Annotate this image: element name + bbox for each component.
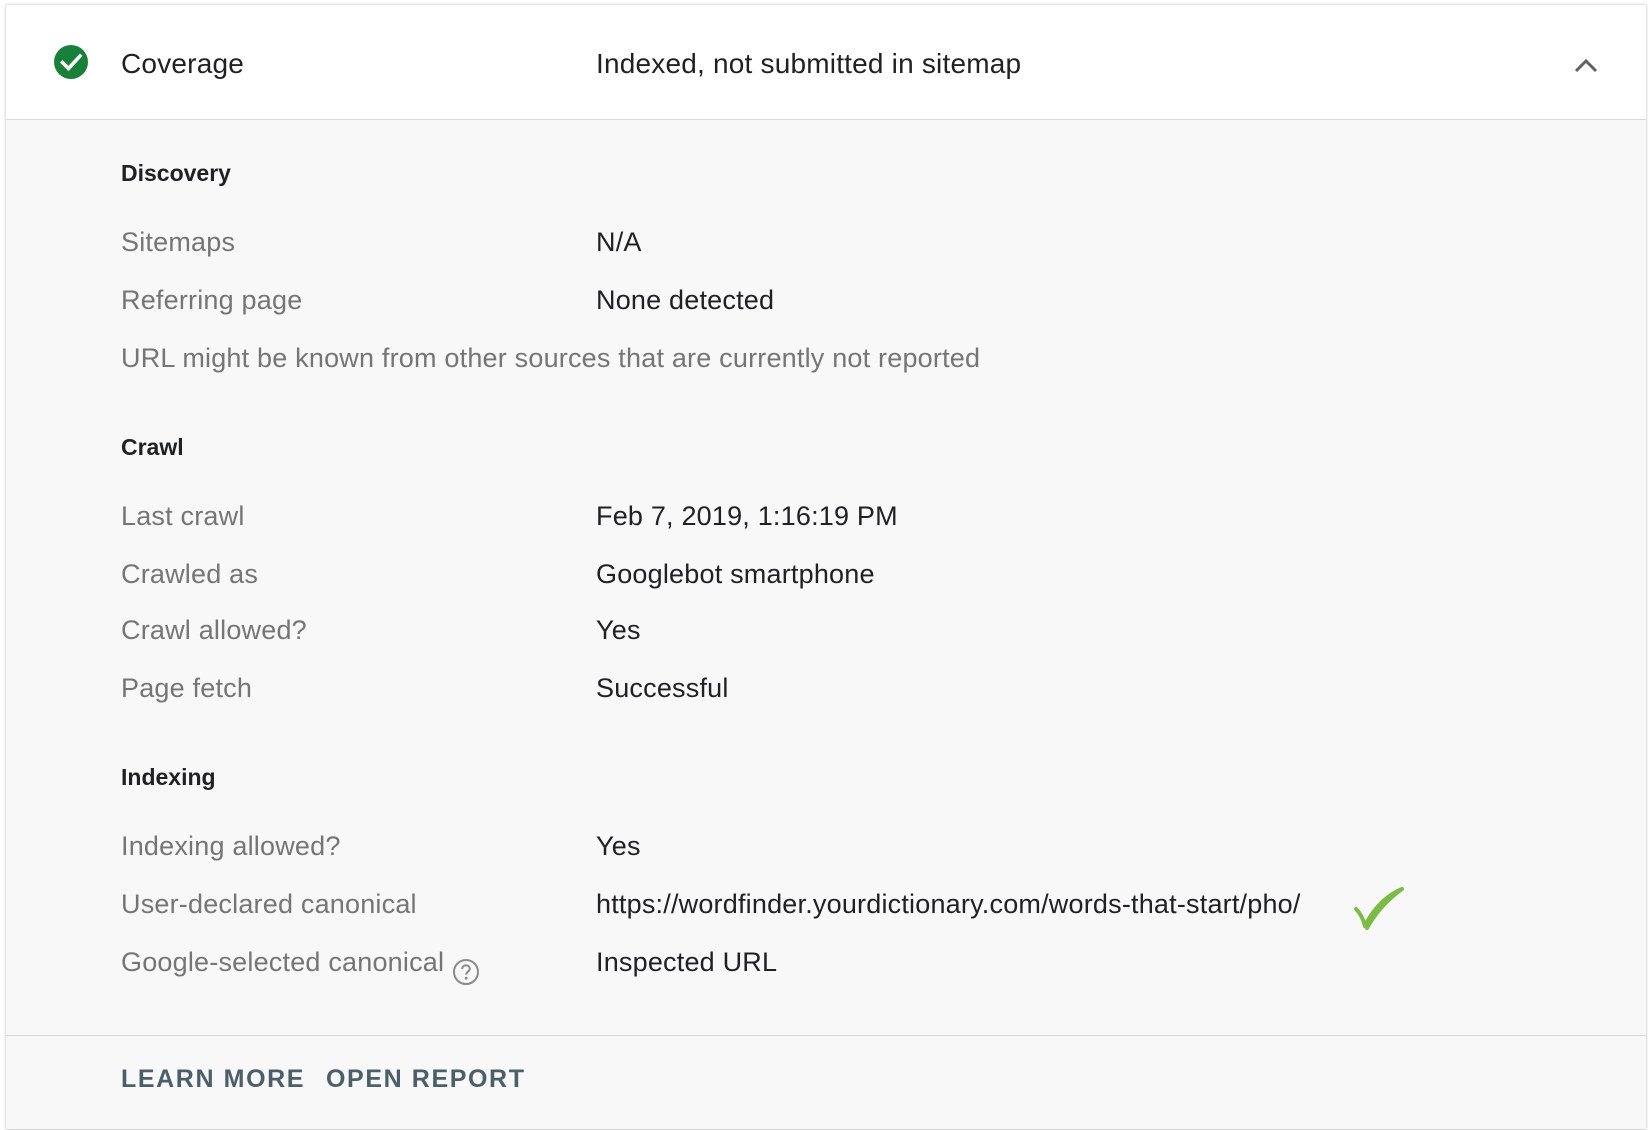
coverage-header[interactable]: Coverage Indexed, not submitted in sitem… (6, 5, 1646, 120)
coverage-label: Coverage (121, 48, 245, 79)
row-value-page-fetch: Successful (596, 673, 729, 703)
open-report-button[interactable]: OPEN REPORT (326, 1065, 526, 1094)
row-label-crawled-as: Crawled as (121, 559, 259, 589)
row-value-google-selected-canonical: Inspected URL (596, 947, 778, 977)
row-label-last-crawl: Last crawl (121, 501, 245, 531)
row-value-crawl-allowed: Yes (596, 615, 641, 645)
learn-more-button[interactable]: LEARN MORE (121, 1065, 305, 1094)
chevron-up-icon[interactable] (1566, 45, 1606, 85)
row-label-indexing-allowed: Indexing allowed? (121, 831, 341, 861)
check-circle-icon (54, 45, 88, 79)
help-circle-icon[interactable] (452, 958, 480, 986)
row-label-sitemaps: Sitemaps (121, 227, 236, 257)
footer-divider (6, 1035, 1646, 1036)
row-value-user-declared-canonical: https://wordfinder.yourdictionary.com/wo… (596, 889, 1301, 919)
coverage-status: Indexed, not submitted in sitemap (596, 48, 1022, 79)
row-label-google-selected-canonical: Google-selected canonical (121, 947, 445, 977)
section-title-indexing: Indexing (121, 764, 216, 790)
row-value-last-crawl: Feb 7, 2019, 1:16:19 PM (596, 501, 898, 531)
section-title-crawl: Crawl (121, 434, 184, 460)
row-value-referring-page: None detected (596, 285, 775, 315)
section-title-discovery: Discovery (121, 160, 231, 186)
row-label-page-fetch: Page fetch (121, 673, 253, 703)
row-label-user-declared-canonical: User-declared canonical (121, 889, 417, 919)
discovery-note: URL might be known from other sources th… (121, 343, 981, 373)
row-label-referring-page: Referring page (121, 285, 303, 315)
row-label-crawl-allowed: Crawl allowed? (121, 615, 307, 645)
row-value-sitemaps: N/A (596, 227, 642, 257)
row-value-indexing-allowed: Yes (596, 831, 641, 861)
checkmark-icon (1354, 887, 1404, 930)
row-value-crawled-as: Googlebot smartphone (596, 559, 875, 589)
coverage-card: Coverage Indexed, not submitted in sitem… (6, 4, 1646, 1129)
